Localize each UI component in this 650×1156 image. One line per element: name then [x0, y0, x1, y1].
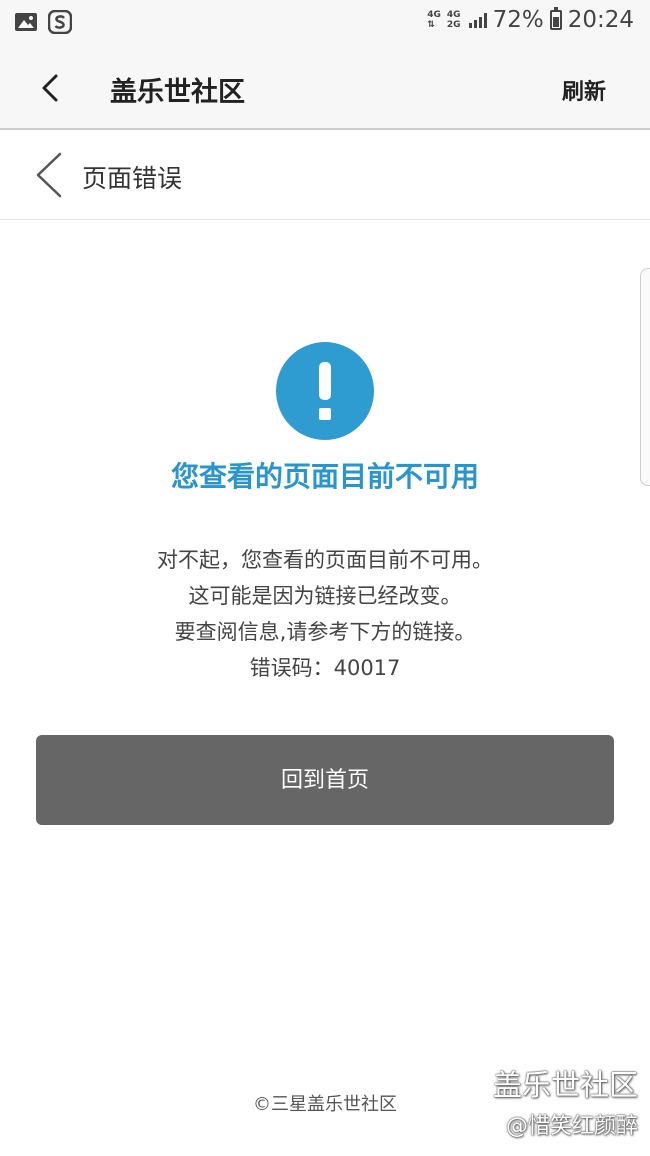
error-message-line: 这可能是因为链接已经改变。 [188, 584, 462, 608]
network-1-type: 4G [427, 10, 441, 20]
edge-panel-handle[interactable] [640, 268, 650, 486]
refresh-button[interactable]: 刷新 [562, 74, 606, 106]
notification-icons [14, 10, 72, 34]
network-2: 4G 2G [447, 10, 461, 30]
back-to-home-button[interactable]: 回到首页 [36, 735, 614, 825]
data-arrows-icon: ⇅ [427, 20, 435, 30]
network-1: 4G ⇅ [427, 10, 441, 30]
status-bar: 4G ⇅ 4G 2G 72% 20:24 [0, 0, 650, 46]
watermark-title: 盖乐世社区 [492, 1068, 638, 1102]
battery-icon [549, 7, 562, 30]
gallery-icon [15, 13, 37, 31]
error-message: 对不起，您查看的页面目前不可用。 这可能是因为链接已经改变。 要查阅信息,请参考… [0, 542, 650, 686]
back-arrow-icon[interactable] [34, 68, 74, 108]
watermark-author: @惜笑红颜醉 [505, 1114, 638, 1139]
app-bar: 盖乐世社区 刷新 [0, 46, 650, 130]
error-message-line: 要查阅信息,请参考下方的链接。 [174, 620, 476, 644]
error-code: 错误码：40017 [249, 656, 401, 680]
network-2-type-bottom: 2G [446, 20, 461, 30]
sogou-input-icon [48, 10, 72, 34]
battery-percent: 72% [492, 7, 544, 33]
chevron-left-icon[interactable] [34, 152, 64, 198]
error-message-line: 对不起，您查看的页面目前不可用。 [157, 548, 493, 572]
app-title: 盖乐世社区 [110, 77, 245, 108]
exclamation-icon [276, 342, 374, 440]
clock: 20:24 [567, 7, 634, 33]
status-indicators: 4G ⇅ 4G 2G 72% 20:24 [427, 7, 634, 33]
page-title: 页面错误 [82, 164, 183, 193]
network-2-type-top: 4G [446, 10, 461, 20]
error-heading: 您查看的页面目前不可用 [170, 460, 479, 493]
signal-icon [468, 12, 487, 28]
page-header: 页面错误 [0, 130, 650, 220]
